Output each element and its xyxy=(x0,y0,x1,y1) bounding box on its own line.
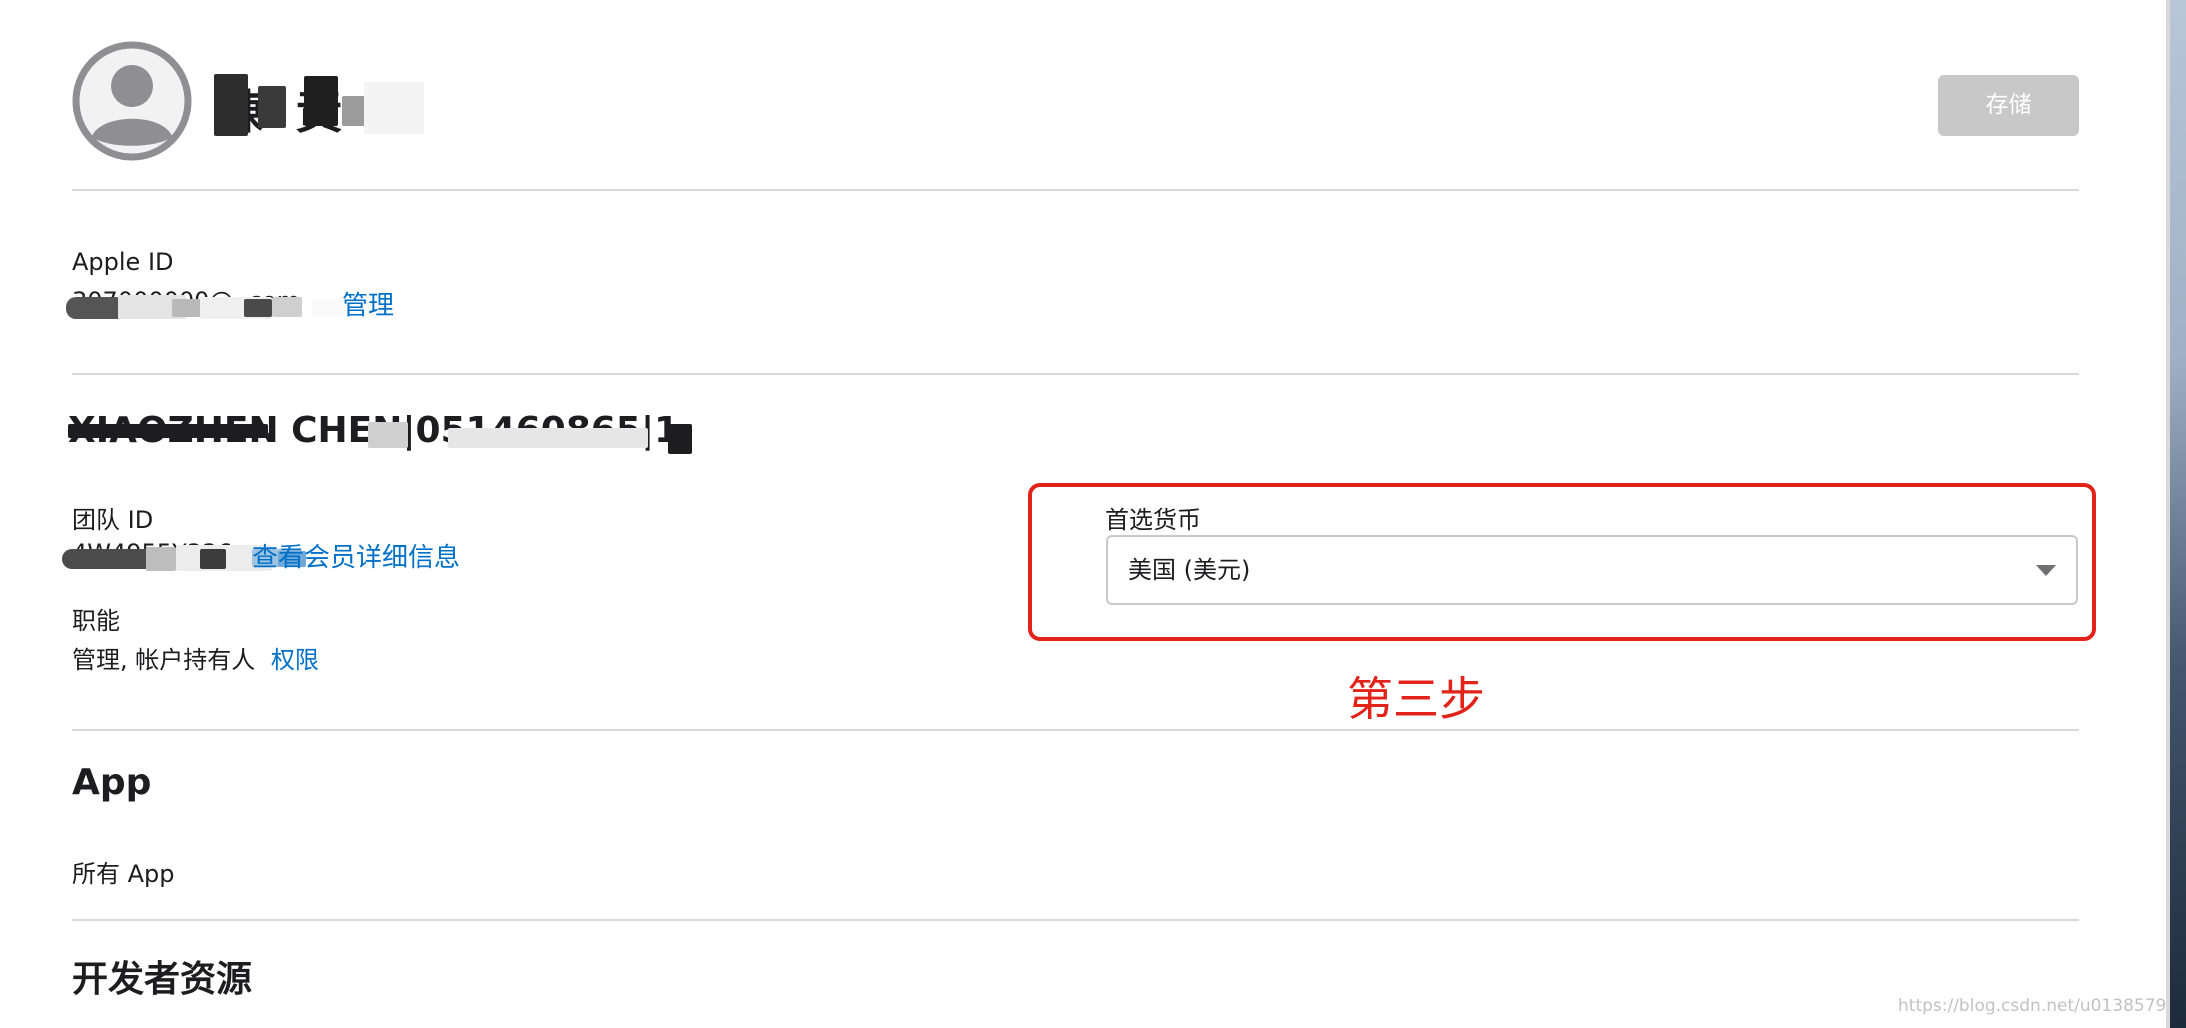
divider xyxy=(72,373,2079,375)
role-label: 职能 xyxy=(72,607,120,635)
role-value: 管理, 帐户持有人 xyxy=(72,646,256,674)
desktop-background xyxy=(2170,0,2186,1028)
divider xyxy=(72,919,2079,921)
apple-id-manage-link[interactable]: 管理 xyxy=(342,285,394,322)
watermark: https://blog.csdn.net/u013857966 xyxy=(1898,996,2186,1016)
save-button[interactable]: 存储 xyxy=(1938,75,2079,136)
role-row: 管理, 帐户持有人 权限 xyxy=(72,640,319,675)
team-id-label: 团队 ID xyxy=(72,506,154,534)
divider xyxy=(72,729,2079,731)
permissions-link[interactable]: 权限 xyxy=(271,646,319,674)
apple-id-row: 307000000@ .com 管理 xyxy=(66,285,412,322)
avatar-icon xyxy=(72,41,192,161)
annotation-highlight-box xyxy=(1028,483,2096,641)
user-name: 陳 黃 蓁 xyxy=(214,68,424,140)
developer-resources-heading: 开发者资源 xyxy=(72,959,253,1000)
apple-id-label: Apple ID xyxy=(72,248,174,276)
apps-value: 所有 App xyxy=(72,860,175,888)
team-name: XIAOZHEN CHEN|051460865|1 xyxy=(68,404,708,464)
annotation-step-label: 第三步 xyxy=(1347,672,1485,726)
apps-heading: App xyxy=(72,762,152,803)
divider xyxy=(72,189,2079,191)
team-id-row: 4W4955Y336 查看会员详细信息 xyxy=(62,537,492,574)
view-membership-details-link[interactable]: 查看会员详细信息 xyxy=(252,537,460,574)
account-page: 陳 黃 蓁 存储 Apple ID 307000000@ .com 管理 XIA… xyxy=(0,0,2186,1028)
